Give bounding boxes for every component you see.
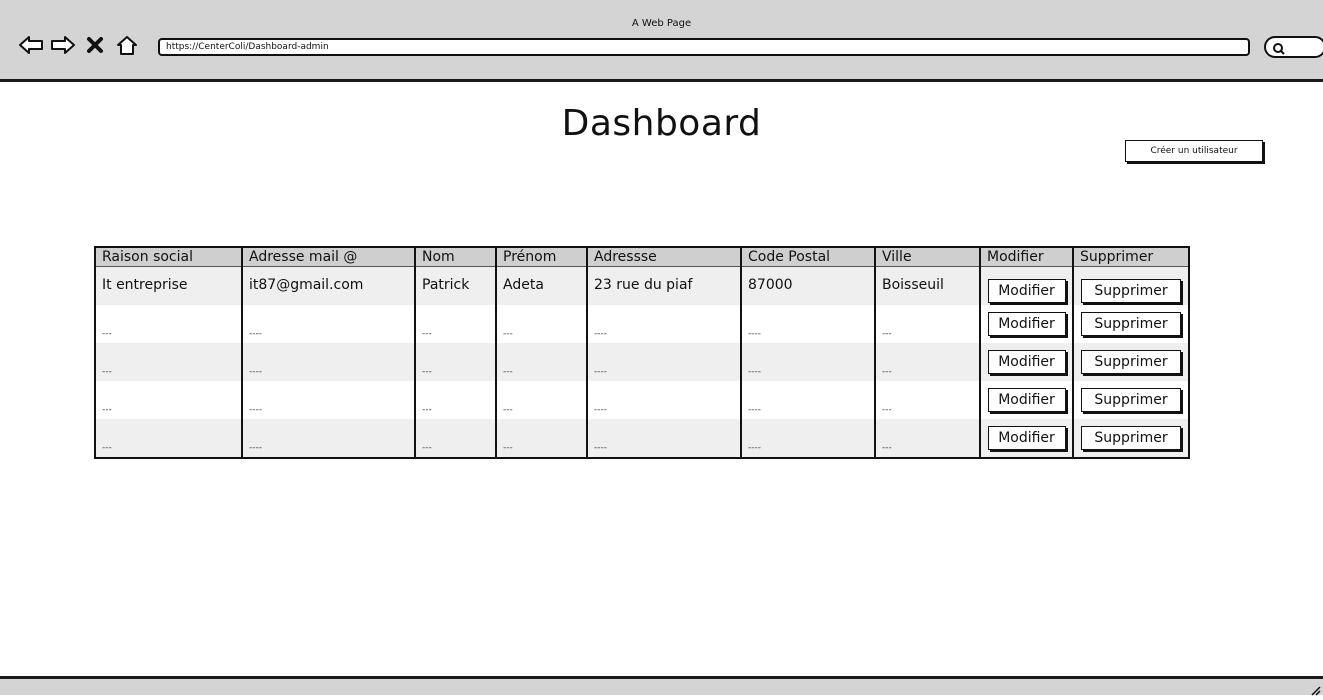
column-header: Nom (414, 248, 496, 267)
cell-email: ---- (241, 305, 415, 343)
column-header: Code Postal (740, 248, 875, 267)
table-row: --- ---- --- --- ---- ---- --- Modifier … (96, 305, 1188, 343)
cell-supprimer: Supprimer (1072, 266, 1188, 305)
cell-code-postal: ---- (740, 419, 875, 457)
table-row: --- ---- --- --- ---- ---- --- Modifier … (96, 419, 1188, 457)
cell-ville: --- (874, 381, 980, 419)
cell-supprimer: Supprimer (1072, 343, 1188, 381)
modify-button[interactable]: Modifier (987, 312, 1066, 336)
cell-ville: --- (874, 343, 980, 381)
modify-button[interactable]: Modifier (987, 388, 1066, 412)
cell-code-postal: 87000 (740, 266, 875, 305)
cell-modifier: Modifier (979, 305, 1073, 343)
cell-nom: --- (414, 381, 496, 419)
cell-adresse: ---- (586, 381, 741, 419)
status-bar (0, 676, 1323, 696)
cell-ville: --- (874, 305, 980, 343)
cell-raison-social: --- (96, 343, 242, 381)
cell-code-postal: ---- (740, 305, 875, 343)
cell-raison-social: It entreprise (96, 266, 242, 305)
column-header: Adressse (586, 248, 741, 267)
cell-modifier: Modifier (979, 381, 1073, 419)
home-icon[interactable] (114, 32, 140, 58)
cell-ville: --- (874, 419, 980, 457)
cell-email: ---- (241, 419, 415, 457)
close-icon[interactable] (82, 32, 108, 58)
navigation-buttons (18, 32, 140, 58)
users-table: Raison social Adresse mail @ Nom Prénom … (94, 246, 1190, 459)
back-arrow-icon[interactable] (18, 32, 44, 58)
column-header: Raison social (96, 248, 242, 267)
column-header: Ville (874, 248, 980, 267)
forward-arrow-icon[interactable] (50, 32, 76, 58)
cell-adresse: ---- (586, 305, 741, 343)
cell-modifier: Modifier (979, 343, 1073, 381)
cell-prenom: --- (495, 381, 587, 419)
column-header: Adresse mail @ (241, 248, 415, 267)
cell-code-postal: ---- (740, 343, 875, 381)
resize-grip-icon[interactable] (1309, 681, 1321, 696)
table-row: It entreprise it87@gmail.com Patrick Ade… (96, 266, 1188, 305)
delete-button[interactable]: Supprimer (1081, 388, 1181, 412)
delete-button[interactable]: Supprimer (1081, 312, 1181, 336)
cell-supprimer: Supprimer (1072, 381, 1188, 419)
delete-button[interactable]: Supprimer (1081, 426, 1181, 450)
modify-button[interactable]: Modifier (987, 426, 1066, 450)
page-title: Dashboard (561, 103, 762, 144)
cell-raison-social: --- (96, 305, 242, 343)
window-title: A Web Page (631, 18, 692, 29)
table-row: --- ---- --- --- ---- ---- --- Modifier … (96, 381, 1188, 419)
cell-supprimer: Supprimer (1072, 419, 1188, 457)
cell-adresse: ---- (586, 419, 741, 457)
table-header-row: Raison social Adresse mail @ Nom Prénom … (96, 248, 1188, 267)
column-header: Supprimer (1072, 248, 1188, 267)
column-header: Modifier (979, 248, 1073, 267)
column-header: Prénom (495, 248, 587, 267)
cell-code-postal: ---- (740, 381, 875, 419)
table-row: --- ---- --- --- ---- ---- --- Modifier … (96, 343, 1188, 381)
cell-raison-social: --- (96, 381, 242, 419)
delete-button[interactable]: Supprimer (1081, 350, 1181, 374)
cell-email: ---- (241, 343, 415, 381)
cell-adresse: 23 rue du piaf (586, 266, 741, 305)
cell-prenom: --- (495, 343, 587, 381)
cell-email: ---- (241, 381, 415, 419)
cell-supprimer: Supprimer (1072, 305, 1188, 343)
create-user-button[interactable]: Créer un utilisateur (1125, 140, 1263, 162)
browser-search-box[interactable] (1264, 36, 1323, 58)
cell-email: it87@gmail.com (241, 266, 415, 305)
cell-prenom: Adeta (495, 266, 587, 305)
cell-prenom: --- (495, 419, 587, 457)
cell-nom: --- (414, 343, 496, 381)
cell-prenom: --- (495, 305, 587, 343)
search-icon (1272, 41, 1286, 55)
url-bar[interactable]: https://CenterColi/Dashboard-admin (158, 38, 1250, 56)
cell-nom: --- (414, 419, 496, 457)
browser-chrome: A Web Page https://CenterColi/Dashboard-… (0, 0, 1323, 82)
cell-ville: Boisseuil (874, 266, 980, 305)
cell-adresse: ---- (586, 343, 741, 381)
cell-nom: Patrick (414, 266, 496, 305)
modify-button[interactable]: Modifier (987, 279, 1066, 303)
cell-nom: --- (414, 305, 496, 343)
modify-button[interactable]: Modifier (987, 350, 1066, 374)
cell-raison-social: --- (96, 419, 242, 457)
cell-modifier: Modifier (979, 419, 1073, 457)
cell-modifier: Modifier (979, 266, 1073, 305)
delete-button[interactable]: Supprimer (1081, 279, 1181, 303)
